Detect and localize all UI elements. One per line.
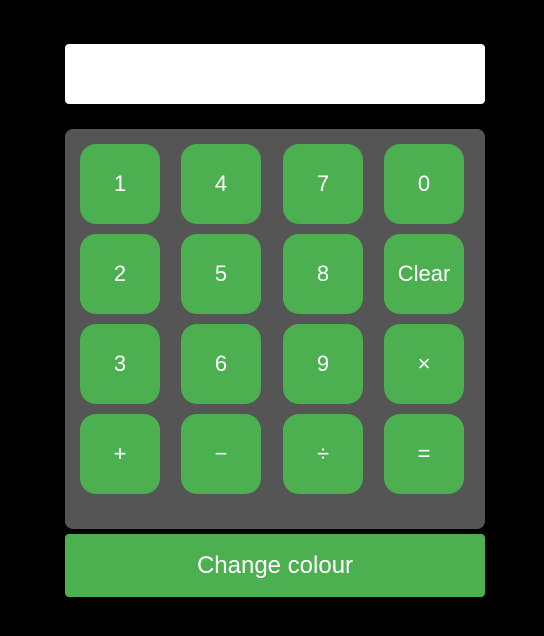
digit-6-button[interactable]: 6 [181, 324, 261, 404]
digit-5-button[interactable]: 5 [181, 234, 261, 314]
change-colour-button[interactable]: Change colour [65, 534, 485, 597]
divide-button[interactable]: ÷ [283, 414, 363, 494]
keypad-panel: 1 4 7 0 2 5 8 Clear 3 6 9 × + − ÷ = [65, 129, 485, 529]
digit-2-button[interactable]: 2 [80, 234, 160, 314]
digit-4-button[interactable]: 4 [181, 144, 261, 224]
digit-8-button[interactable]: 8 [283, 234, 363, 314]
calculator-display [65, 44, 485, 104]
digit-1-button[interactable]: 1 [80, 144, 160, 224]
multiply-button[interactable]: × [384, 324, 464, 404]
add-button[interactable]: + [80, 414, 160, 494]
clear-button[interactable]: Clear [384, 234, 464, 314]
subtract-button[interactable]: − [181, 414, 261, 494]
digit-3-button[interactable]: 3 [80, 324, 160, 404]
equals-button[interactable]: = [384, 414, 464, 494]
digit-9-button[interactable]: 9 [283, 324, 363, 404]
digit-7-button[interactable]: 7 [283, 144, 363, 224]
digit-0-button[interactable]: 0 [384, 144, 464, 224]
